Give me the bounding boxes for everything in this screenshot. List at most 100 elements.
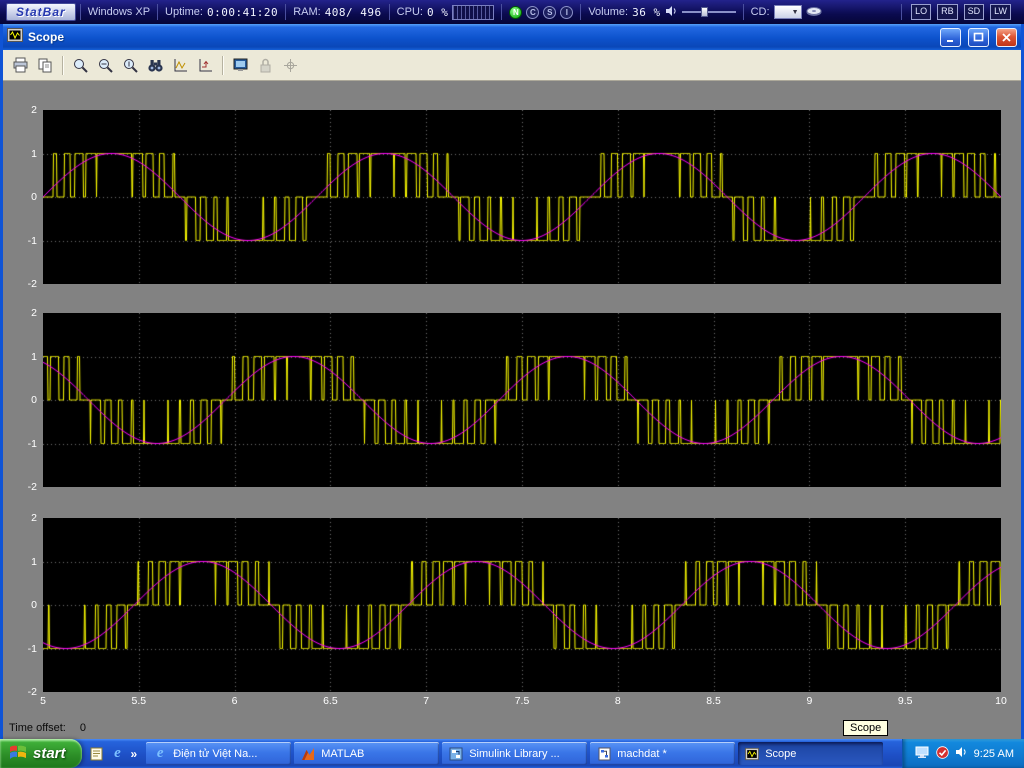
y-tick-label: -1 <box>27 234 37 247</box>
time-offset-label: Time offset: <box>9 722 66 734</box>
y-tick-label: 2 <box>31 512 37 524</box>
simulink-model-icon <box>596 746 612 762</box>
x-tick-label: 7.5 <box>514 695 530 707</box>
y-tick-label: 0 <box>31 191 37 203</box>
volume-slider[interactable] <box>681 6 736 18</box>
ram-label: RAM: <box>293 6 321 18</box>
cd-label: CD: <box>750 6 770 18</box>
x-tick-label: 9.5 <box>897 695 913 707</box>
indicator-caps-lock[interactable]: C <box>526 5 540 19</box>
tooltip: Scope <box>843 720 889 736</box>
antivirus-icon[interactable] <box>935 745 949 762</box>
y-tick-label: -2 <box>27 481 37 493</box>
signal-selection-button <box>278 53 302 77</box>
quick-launch: e » <box>82 739 145 768</box>
volume-label: Volume: <box>588 6 629 18</box>
quick-launch-overflow-chevron[interactable]: » <box>131 747 138 761</box>
volume-slider-thumb[interactable] <box>701 7 709 17</box>
window-title: Scope <box>28 30 65 44</box>
scope-plot-canvas-1[interactable] <box>43 110 1001 284</box>
x-tick-label: 5 <box>40 695 46 707</box>
scope-window-icon <box>7 27 23 48</box>
x-tick-label: 8.5 <box>706 695 721 707</box>
uptime-value: 0:00:41:20 <box>206 5 279 19</box>
title-bar[interactable]: Scope <box>3 24 1021 50</box>
start-label: start <box>33 745 66 762</box>
floating-scope-button[interactable] <box>228 53 252 77</box>
cpu-history-graph <box>452 4 495 20</box>
cpu-label: CPU: <box>396 6 423 18</box>
task-label: Điện tử Việt Na... <box>173 747 258 760</box>
statbar-ram: RAM: 408/ 496 <box>285 4 388 20</box>
volume-tray-icon[interactable] <box>955 746 968 761</box>
y-tick-label: -2 <box>27 278 37 290</box>
indicator-scroll-lock[interactable]: S <box>543 5 557 19</box>
cd-eject-icon[interactable] <box>806 5 822 20</box>
maximize-button[interactable] <box>968 27 989 47</box>
scope-window: Scope 2 1 0 -1 -2 2 1 0 -1 -2 2 1 0 -1 -… <box>0 24 1024 739</box>
time-offset-value: 0 <box>79 722 86 734</box>
autoscale-button[interactable] <box>143 53 167 77</box>
minimize-button[interactable] <box>940 27 961 47</box>
volume-value: 36 % <box>632 5 661 19</box>
taskbar: start e » e Điện tử Việt Na... MATLAB Si… <box>0 739 1024 768</box>
internet-explorer-icon[interactable]: e <box>110 745 126 762</box>
scope-plot-canvas-3[interactable] <box>43 518 1001 692</box>
task-label: Simulink Library ... <box>469 747 560 760</box>
display-settings-icon[interactable] <box>915 746 930 762</box>
x-tick-label: 10 <box>995 695 1007 707</box>
simulink-icon <box>448 746 464 762</box>
time-offset: Time offset: 0 <box>9 722 86 734</box>
indicator-num-lock[interactable]: N <box>509 5 523 19</box>
notes-icon[interactable] <box>89 746 105 762</box>
toolbar-separator <box>222 55 223 75</box>
y-tick-label: 2 <box>31 104 37 116</box>
volume-slider-groove <box>681 11 736 13</box>
windows-flag-icon <box>8 743 28 765</box>
zoom-x-button[interactable] <box>93 53 117 77</box>
statbar-cd: CD: ▼ <box>742 4 829 20</box>
task-button-matlab[interactable]: MATLAB <box>294 742 440 765</box>
x-tick-label: 6 <box>231 695 238 707</box>
task-label: MATLAB <box>321 747 365 760</box>
save-axes-button[interactable] <box>168 53 192 77</box>
task-button-scope[interactable]: Scope <box>738 742 884 765</box>
y-axis-labels-1: 2 1 0 -1 -2 <box>11 104 39 290</box>
x-tick-label: 6.5 <box>323 695 338 707</box>
speaker-icon[interactable] <box>665 5 678 20</box>
toolbar-separator <box>62 55 63 75</box>
task-label: Scope <box>765 747 797 760</box>
scope-client-area: 2 1 0 -1 -2 2 1 0 -1 -2 2 1 0 -1 -2 5 5.5 6 6.5 7 7.5 8 8.5… <box>3 81 1021 739</box>
x-tick-label: 8 <box>614 695 621 707</box>
internet-explorer-icon: e <box>156 745 164 761</box>
restore-axes-button[interactable] <box>193 53 217 77</box>
drive-button-rb[interactable]: RB <box>937 4 958 20</box>
cd-drive-dropdown[interactable]: ▼ <box>773 5 802 19</box>
statbar-cpu: CPU: 0 % <box>388 4 502 20</box>
parameters-button[interactable] <box>33 53 57 77</box>
close-button[interactable] <box>996 27 1017 47</box>
task-button-dien-tu-viet[interactable]: e Điện tử Việt Na... <box>146 742 292 765</box>
task-button-simulink-library[interactable]: Simulink Library ... <box>442 742 588 765</box>
drive-button-sd[interactable]: SD <box>963 4 985 20</box>
y-tick-label: 1 <box>31 147 37 160</box>
y-tick-label: 1 <box>31 350 37 363</box>
matlab-icon <box>300 746 316 762</box>
indicator-insert[interactable]: I <box>560 5 574 19</box>
y-tick-label: -1 <box>27 642 37 655</box>
x-tick-label: 9 <box>806 695 813 707</box>
x-axis-labels: 5 5.5 6 6.5 7 7.5 8 8.5 9 9.5 10 <box>40 695 1007 709</box>
statbar: StatBar Windows XP Uptime: 0:00:41:20 RA… <box>0 0 1024 24</box>
desktop: StatBar Windows XP Uptime: 0:00:41:20 RA… <box>0 0 1024 768</box>
scope-plot-canvas-2[interactable] <box>43 313 1001 487</box>
print-button[interactable] <box>8 53 32 77</box>
zoom-y-button[interactable] <box>118 53 142 77</box>
scope-toolbar <box>3 50 1021 81</box>
y-axis-labels-3: 2 1 0 -1 -2 <box>11 512 39 698</box>
task-button-machdat[interactable]: machdat * <box>590 742 736 765</box>
x-tick-label: 5.5 <box>131 695 147 707</box>
zoom-button[interactable] <box>68 53 92 77</box>
drive-button-lw[interactable]: LW <box>990 4 1011 20</box>
drive-button-lo[interactable]: LO <box>911 4 932 20</box>
start-button[interactable]: start <box>0 739 82 768</box>
